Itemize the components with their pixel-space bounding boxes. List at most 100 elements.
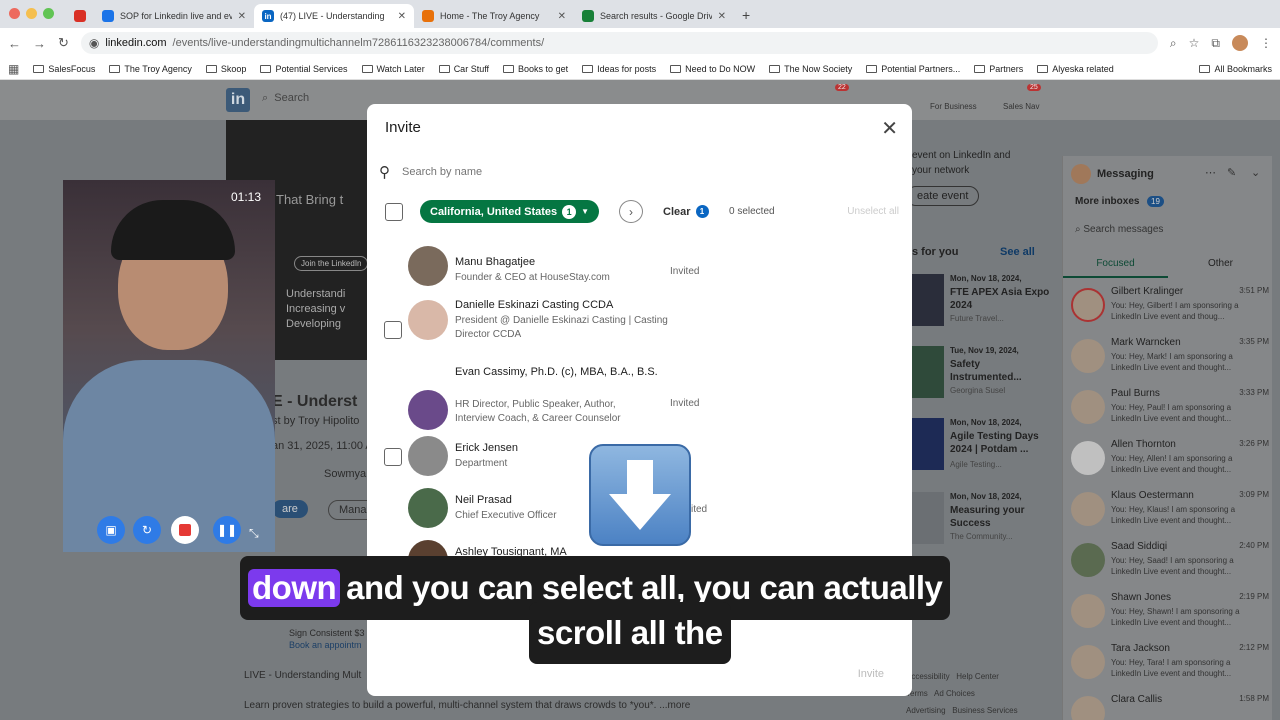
new-tab-button[interactable]: + <box>734 7 758 28</box>
linkedin-logo[interactable]: in <box>226 88 250 112</box>
message-search-input[interactable]: ⌕ Search messages <box>1075 224 1261 244</box>
footer-link[interactable]: Ad Choices <box>934 689 975 698</box>
conversation-item[interactable]: Mark Warncken 3:35 PM You: Hey, Mark! I am… <box>1069 333 1269 381</box>
footer-link[interactable]: Business Services <box>952 706 1017 715</box>
invite-checkbox[interactable] <box>384 321 402 339</box>
close-tab-icon[interactable]: ✕ <box>238 11 246 22</box>
select-all-checkbox[interactable] <box>385 203 403 221</box>
messaging-panel: Messaging ⋯ ✎ ⌄ More inboxes 19 ⌕ Search… <box>1062 156 1272 720</box>
bookmark-item[interactable]: SalesFocus <box>33 64 95 74</box>
appointment-link[interactable]: Book an appointm <box>289 640 362 650</box>
bookmark-item[interactable]: The Now Society <box>769 64 852 74</box>
join-button[interactable]: Join the LinkedIn <box>294 256 368 271</box>
restart-icon[interactable]: ↻ <box>133 516 161 544</box>
search-placeholder: Search messages <box>1083 224 1164 235</box>
folder-icon <box>109 64 121 73</box>
sales-nav-link[interactable]: Sales Nav <box>1003 102 1039 111</box>
bookmark-label: Potential Partners... <box>881 63 961 74</box>
see-all-link[interactable]: See all <box>1000 246 1035 258</box>
global-search[interactable]: ⌕ Search <box>262 92 309 105</box>
bookmark-item[interactable]: Need to Do NOW <box>670 64 755 74</box>
filter-row: California, United States 1 ▼ › Clear 1 0… <box>383 200 903 224</box>
close-tab-icon[interactable]: ✕ <box>718 11 726 22</box>
url-field[interactable]: ◉ linkedin.com/events/live-understanding… <box>80 32 1158 54</box>
bookmark-item[interactable]: Partners <box>974 64 1023 74</box>
tab-focused[interactable]: Focused <box>1063 252 1168 278</box>
more-options-icon[interactable]: ⋯ <box>1205 166 1216 179</box>
menu-icon[interactable]: ⋮ <box>1260 36 1272 50</box>
footer-link[interactable]: Accessibility <box>906 672 950 681</box>
tab-google-drive[interactable]: Search results - Google Drive ✕ <box>574 4 734 28</box>
bookmark-item[interactable]: Alyeska related <box>1037 64 1114 74</box>
bookmark-item[interactable]: Potential Partners... <box>866 64 960 74</box>
conversation-item[interactable]: Klaus Oestermann 3:09 PM You: Hey, Klaus! … <box>1069 486 1269 534</box>
filter-count-badge: 1 <box>562 204 577 219</box>
conversation-item[interactable]: Saad Siddiqi 2:40 PM You: Hey, Saad! I am … <box>1069 537 1269 585</box>
location-filter-pill[interactable]: California, United States 1 ▼ <box>420 200 600 223</box>
more-inboxes[interactable]: More inboxes <box>1075 196 1139 207</box>
conversation-item[interactable]: Shawn Jones 2:19 PM You: Hey, Shawn! I am … <box>1069 588 1269 636</box>
presenter-hair <box>111 200 235 260</box>
conversation-item[interactable]: Paul Burns 3:33 PM You: Hey, Paul! I am sp… <box>1069 384 1269 432</box>
bookmark-label: All Bookmarks <box>1214 63 1272 74</box>
reload-icon[interactable]: ↻ <box>58 35 69 51</box>
minimize-window-button[interactable] <box>26 8 37 19</box>
collapse-icon[interactable]: ⤡ <box>249 526 259 541</box>
create-event-button[interactable]: eate event <box>906 186 980 206</box>
chevron-down-icon[interactable]: ⌄ <box>1251 166 1260 179</box>
conversation-item[interactable]: Allen Thornton 3:26 PM You: Hey, Allen! I … <box>1069 435 1269 483</box>
conversation-item[interactable]: Clara Callis 1:58 PM <box>1069 690 1269 720</box>
linkedin-icon: in <box>262 10 274 22</box>
maximize-window-button[interactable] <box>43 8 54 19</box>
close-tab-icon[interactable]: ✕ <box>558 11 566 22</box>
invite-checkbox[interactable] <box>384 448 402 466</box>
search-placeholder: Search <box>274 92 310 104</box>
tab-troy-agency[interactable]: Home - The Troy Agency ✕ <box>414 4 574 28</box>
bookmark-star-icon[interactable]: ☆ <box>1189 36 1200 50</box>
site-info-icon[interactable]: ◉ <box>89 36 99 50</box>
clear-filters-button[interactable]: Clear 1 <box>663 205 709 218</box>
bookmark-item[interactable]: Watch Later <box>361 64 425 74</box>
conversation-item[interactable]: Tara Jackson 2:12 PM You: Hey, Tara! I am … <box>1069 639 1269 687</box>
pause-icon[interactable]: ❚❚ <box>213 516 241 544</box>
messaging-title[interactable]: Messaging <box>1097 168 1154 180</box>
bookmark-item[interactable]: Ideas for posts <box>582 64 656 74</box>
tab-recording[interactable] <box>66 4 94 28</box>
footer-link[interactable]: Help Center <box>956 672 999 681</box>
bookmark-item[interactable]: Skoop <box>205 64 246 74</box>
stop-recording-button[interactable] <box>171 516 199 544</box>
avatar <box>408 488 448 528</box>
conversation-item[interactable]: Gilbert Kralinger 3:51 PM You: Hey, Gilber… <box>1069 282 1269 330</box>
bookmark-item[interactable]: Potential Services <box>260 64 348 74</box>
extensions-icon[interactable]: ⧉ <box>1211 36 1220 51</box>
invite-button[interactable]: Invite <box>848 664 894 684</box>
event-thumbnail <box>912 274 944 326</box>
footer-link[interactable]: Advertising <box>906 706 946 715</box>
tab-linkedin-live[interactable]: in (47) LIVE - Understanding ✕ <box>254 4 414 28</box>
close-tab-icon[interactable]: ✕ <box>398 11 406 22</box>
bookmark-item[interactable]: The Troy Agency <box>109 64 192 74</box>
close-window-button[interactable] <box>9 8 20 19</box>
apps-icon[interactable]: ▦ <box>8 62 19 76</box>
image-icon[interactable]: ▣ <box>97 516 125 544</box>
unselect-all-button[interactable]: Unselect all <box>847 206 899 217</box>
all-bookmarks[interactable]: All Bookmarks <box>1199 64 1272 74</box>
tab-other[interactable]: Other <box>1168 252 1273 278</box>
event-name: FTE APEX Asia Expo 2024 <box>950 287 1050 311</box>
notification-badge: 22 <box>835 84 849 91</box>
see-more-link[interactable]: ...more <box>659 700 690 711</box>
profile-avatar[interactable] <box>1232 35 1248 51</box>
zoom-icon[interactable]: ⌕ <box>1170 36 1177 51</box>
search-by-name-input[interactable] <box>402 166 802 178</box>
bookmark-item[interactable]: Books to get <box>503 64 568 74</box>
tab-sop[interactable]: SOP for Linkedin live and eve ✕ <box>94 4 254 28</box>
poster-headline: Sign Consistent $3 <box>289 628 365 638</box>
share-button[interactable]: are <box>272 500 308 518</box>
compose-icon[interactable]: ✎ <box>1227 166 1236 179</box>
back-icon[interactable]: ← <box>8 36 21 51</box>
bookmark-item[interactable]: Car Stuff <box>438 64 489 74</box>
for-business-menu[interactable]: For Business <box>930 102 977 111</box>
forward-icon[interactable]: → <box>33 36 46 51</box>
close-icon[interactable]: ✕ <box>881 116 898 141</box>
chevron-right-icon[interactable]: › <box>619 200 643 223</box>
